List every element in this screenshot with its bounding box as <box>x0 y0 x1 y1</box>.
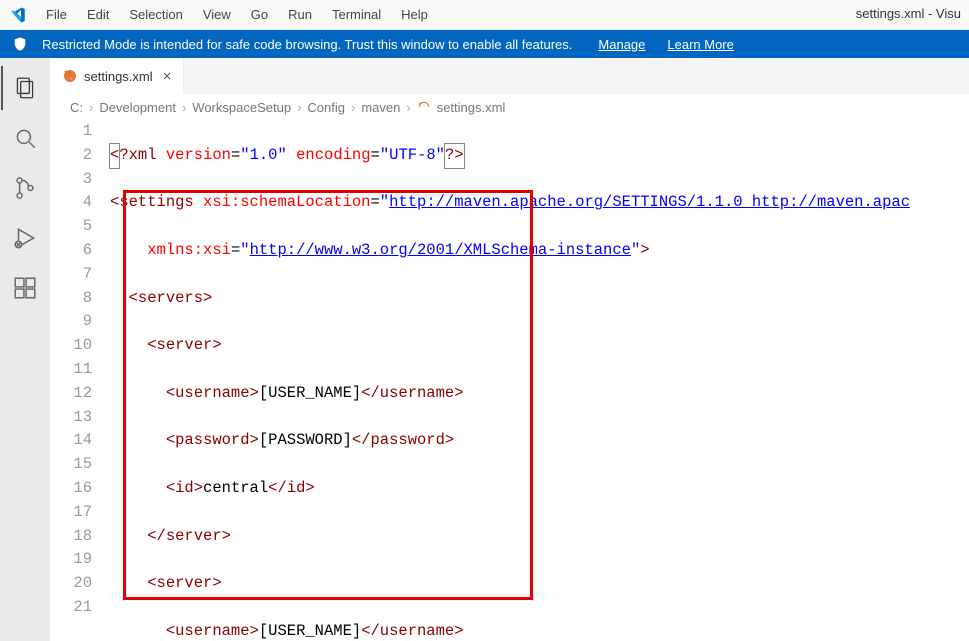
menu-terminal[interactable]: Terminal <box>322 3 391 26</box>
titlebar: File Edit Selection View Go Run Terminal… <box>0 0 969 30</box>
run-debug-icon[interactable] <box>1 216 49 260</box>
menu-help[interactable]: Help <box>391 3 438 26</box>
text-editor[interactable]: 123456789101112131415161718192021 <?xml … <box>50 120 969 641</box>
banner-learn-link[interactable]: Learn More <box>667 37 733 52</box>
banner-manage-link[interactable]: Manage <box>598 37 645 52</box>
menu-view[interactable]: View <box>193 3 241 26</box>
breadcrumb-part[interactable]: WorkspaceSetup <box>192 100 291 115</box>
explorer-icon[interactable] <box>1 66 49 110</box>
code-content[interactable]: <?xml version="1.0" encoding="UTF-8"?> <… <box>110 120 969 641</box>
breadcrumb-file[interactable]: settings.xml <box>437 100 506 115</box>
breadcrumb-part[interactable]: C: <box>70 100 83 115</box>
close-icon[interactable]: × <box>163 69 172 84</box>
menu-edit[interactable]: Edit <box>77 3 119 26</box>
breadcrumb-part[interactable]: maven <box>361 100 400 115</box>
editor-group: settings.xml × C: › Development › Workspac… <box>50 58 969 641</box>
breadcrumb-part[interactable]: Config <box>307 100 345 115</box>
breadcrumb-part[interactable]: Development <box>99 100 176 115</box>
tab-label: settings.xml <box>84 69 153 84</box>
shield-icon <box>12 36 28 52</box>
activity-bar <box>0 58 50 641</box>
chevron-right-icon: › <box>351 100 355 115</box>
xml-file-icon <box>417 100 431 114</box>
chevron-right-icon: › <box>406 100 410 115</box>
extensions-icon[interactable] <box>1 266 49 310</box>
line-numbers: 123456789101112131415161718192021 <box>50 120 110 641</box>
menu-run[interactable]: Run <box>278 3 322 26</box>
tab-settings-xml[interactable]: settings.xml × <box>50 58 184 94</box>
chevron-right-icon: › <box>297 100 301 115</box>
menu-selection[interactable]: Selection <box>119 3 192 26</box>
menu-go[interactable]: Go <box>241 3 278 26</box>
menu-bar: File Edit Selection View Go Run Terminal… <box>36 3 438 26</box>
chevron-right-icon: › <box>89 100 93 115</box>
editor-tabs: settings.xml × <box>50 58 969 94</box>
source-control-icon[interactable] <box>1 166 49 210</box>
chevron-right-icon: › <box>182 100 186 115</box>
xml-file-icon <box>62 68 78 84</box>
restricted-mode-banner: Restricted Mode is intended for safe cod… <box>0 30 969 58</box>
vscode-logo-icon <box>8 5 28 25</box>
search-icon[interactable] <box>1 116 49 160</box>
window-title: settings.xml - Visu <box>856 6 961 21</box>
banner-text: Restricted Mode is intended for safe cod… <box>42 37 572 52</box>
breadcrumb: C: › Development › WorkspaceSetup › Config ›… <box>50 94 969 120</box>
menu-file[interactable]: File <box>36 3 77 26</box>
